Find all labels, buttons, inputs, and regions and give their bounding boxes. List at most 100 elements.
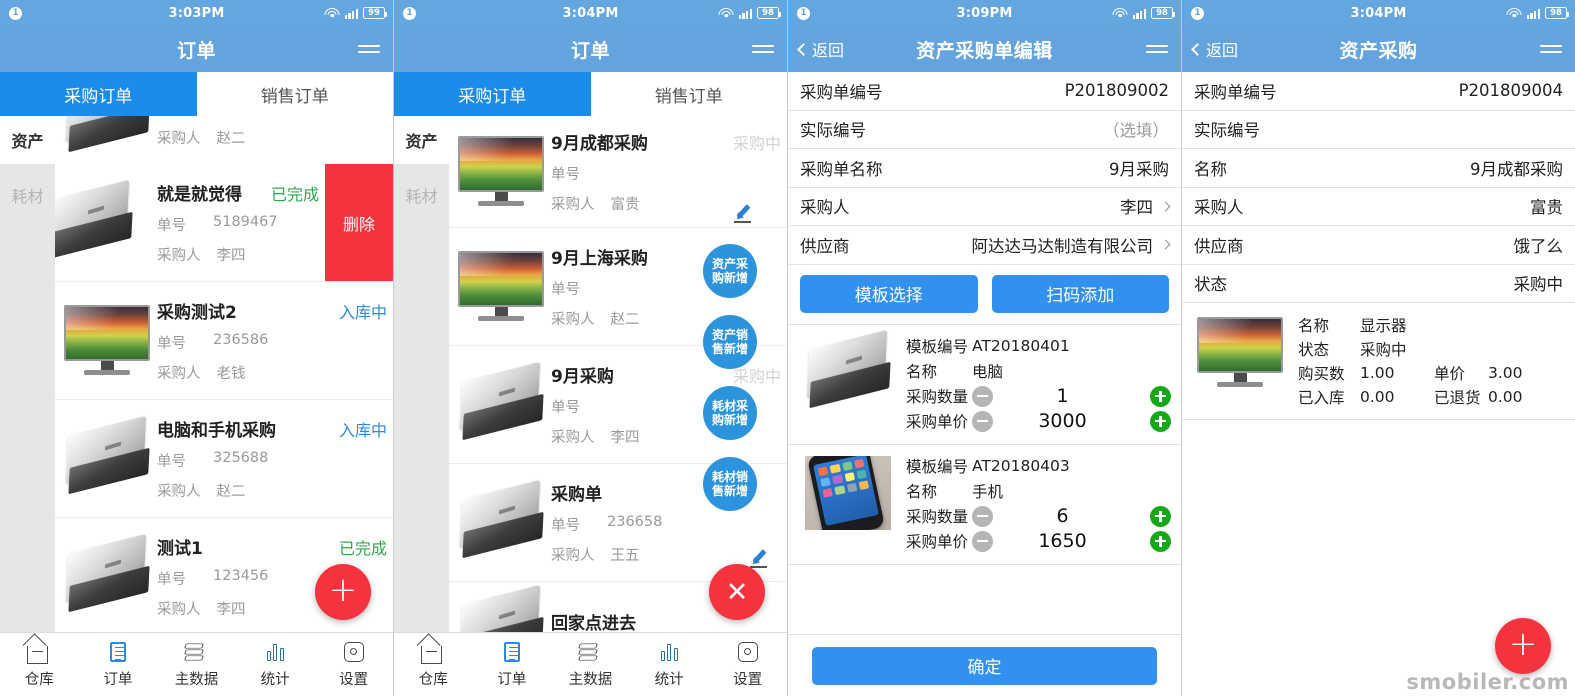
table-row[interactable]: 就是就觉得 已完成 单号 5189467 采购人 李四 删除: [55, 164, 393, 282]
tab-master-data[interactable]: 主数据: [157, 641, 236, 689]
scan-add-button[interactable]: 扫码添加: [991, 274, 1169, 313]
buyer-value: 赵二: [216, 484, 246, 500]
nav-bar: 订单: [0, 26, 393, 72]
price-stepper: 1650: [972, 530, 1171, 552]
tab-label: 主数据: [174, 671, 219, 688]
add-order-fab[interactable]: +: [315, 564, 371, 620]
field-status: 状态 采购中: [1182, 264, 1575, 303]
tab-sales-orders[interactable]: 销售订单: [196, 72, 393, 116]
bottom-tab-bar: 仓库 订单 主数据 统计 设置: [0, 632, 393, 696]
hamburger-icon[interactable]: [1540, 45, 1562, 53]
product-code-value: AT20180403: [972, 457, 1070, 475]
minus-icon[interactable]: [972, 385, 993, 407]
order-no-key: 单号: [157, 218, 186, 234]
list-item-partial[interactable]: 采购人 赵二: [55, 116, 393, 164]
confirm-button[interactable]: 确定: [812, 646, 1157, 685]
plus-icon: +: [328, 570, 358, 610]
field-actual-no: 实际编号: [1182, 110, 1575, 149]
item-title: 采购测试2: [157, 303, 237, 323]
field-actual-no[interactable]: 实际编号 （选填）: [788, 110, 1181, 149]
fab-menu-item-consumable-purchase[interactable]: 耗材采购新增: [703, 386, 757, 440]
field-label: 名称: [1194, 159, 1227, 179]
rail-item-assets[interactable]: 资产: [394, 116, 449, 164]
template-select-button[interactable]: 模板选择: [800, 274, 978, 313]
detail-card[interactable]: 名称 显示器 状态 采购中 购买数 1.00 单价 3.00 已入库 0.00 …: [1182, 303, 1575, 420]
delete-button[interactable]: 删除: [325, 164, 393, 281]
page-title: 订单: [176, 39, 216, 62]
item-body: 9月成都采购 采购中 单号 采购人 富贵: [551, 129, 787, 214]
order-no-key: 单号: [157, 454, 186, 470]
order-icon: [500, 641, 524, 663]
pencil-icon[interactable]: [733, 203, 753, 223]
product-name-line: 名称 手机: [906, 479, 1171, 504]
buyer-value: 李四: [216, 602, 246, 618]
tab-statistics[interactable]: 统计: [630, 641, 709, 689]
field-value: 采购中: [1513, 275, 1564, 295]
order-no-value: 236586: [213, 332, 269, 348]
tab-warehouse[interactable]: 仓库: [394, 641, 473, 689]
product-row[interactable]: 模板编号 AT20180403 名称 手机 采购数量 6 采购单价 1650: [788, 444, 1181, 565]
minus-icon[interactable]: [972, 505, 993, 527]
tab-orders[interactable]: 订单: [473, 641, 552, 689]
plus-icon[interactable]: [1150, 410, 1171, 432]
field-buyer[interactable]: 采购人 李四: [788, 187, 1181, 226]
back-button[interactable]: 返回: [797, 37, 844, 61]
tab-sales-orders[interactable]: 销售订单: [590, 72, 787, 116]
layers-icon: [578, 641, 602, 663]
tab-label: 统计: [654, 671, 684, 688]
tab-purchase-orders[interactable]: 采购订单: [394, 72, 591, 116]
product-price-key: 采购单价: [906, 533, 969, 551]
fab-menu: 资产采购新增 资产销售新增 耗材采购新增 耗材销售新增: [703, 244, 757, 528]
detail-value: 0.00: [1360, 388, 1395, 406]
minus-icon[interactable]: [972, 530, 993, 552]
tab-settings[interactable]: 设置: [708, 641, 787, 689]
field-label: 采购单编号: [1194, 82, 1277, 102]
field-order-no[interactable]: 采购单编号 P201809002: [788, 72, 1181, 111]
table-row[interactable]: 采购测试2 入库中 单号 236586 采购人 老钱: [55, 282, 393, 400]
tab-settings[interactable]: 设置: [314, 641, 393, 689]
field-label: 实际编号: [800, 121, 866, 141]
order-no-key: 单号: [551, 282, 580, 298]
product-row[interactable]: 模板编号 AT20180401 名称 电脑 采购数量 1 采购单价 3000: [788, 324, 1181, 445]
warehouse-icon: [421, 641, 445, 664]
rail-item-consumables[interactable]: 耗材: [394, 164, 449, 226]
minus-icon[interactable]: [972, 410, 993, 432]
status-badge: 采购中: [732, 134, 781, 153]
hamburger-icon[interactable]: [752, 45, 774, 53]
table-row[interactable]: 电脑和手机采购 入库中 单号 325688 采购人 赵二: [55, 400, 393, 518]
plus-icon[interactable]: [1150, 505, 1171, 527]
fab-menu-item-asset-sale[interactable]: 资产销售新增: [703, 315, 757, 369]
product-thumbnail: [798, 329, 898, 412]
tab-warehouse[interactable]: 仓库: [0, 641, 79, 689]
rail-item-assets[interactable]: 资产: [0, 116, 55, 164]
close-fab[interactable]: ✕: [709, 564, 765, 620]
pencil-icon[interactable]: [749, 548, 769, 568]
segmented-tabs: 采购订单 销售订单: [0, 72, 393, 116]
tab-master-data[interactable]: 主数据: [551, 641, 630, 689]
add-item-fab[interactable]: +: [1495, 618, 1551, 674]
order-icon: [106, 641, 130, 663]
hamburger-icon[interactable]: [358, 45, 380, 53]
tab-statistics[interactable]: 统计: [236, 641, 315, 689]
tab-orders[interactable]: 订单: [79, 641, 158, 689]
item-thumbnail: [61, 116, 153, 164]
segmented-tabs: 采购订单 销售订单: [394, 72, 787, 116]
field-supplier[interactable]: 供应商 阿达达马达制造有限公司: [788, 226, 1181, 265]
fab-menu-item-consumable-sale[interactable]: 耗材销售新增: [703, 457, 757, 511]
back-button[interactable]: 返回: [1191, 37, 1238, 61]
fab-menu-item-asset-purchase[interactable]: 资产采购新增: [703, 244, 757, 298]
order-list: 采购人 赵二 就是就觉得 已完成 单号 5189467 采购人 李四 删除 采购…: [55, 116, 393, 636]
detail-key: 状态: [1298, 341, 1330, 359]
product-name-line: 名称 电脑: [906, 359, 1171, 384]
category-rail: 资产 耗材: [0, 116, 55, 636]
hamburger-icon[interactable]: [1146, 45, 1168, 53]
rail-item-consumables[interactable]: 耗材: [0, 164, 55, 226]
plus-icon[interactable]: [1150, 530, 1171, 552]
layers-icon: [184, 641, 208, 663]
plus-icon[interactable]: [1150, 385, 1171, 407]
field-order-name[interactable]: 采购单名称 9月采购: [788, 149, 1181, 188]
tab-purchase-orders[interactable]: 采购订单: [0, 72, 197, 116]
product-qty-line: 采购数量 6: [906, 504, 1171, 529]
product-fields: 模板编号 AT20180403 名称 手机 采购数量 6 采购单价 1650: [906, 454, 1171, 554]
product-code-line: 模板编号 AT20180403: [906, 454, 1171, 479]
